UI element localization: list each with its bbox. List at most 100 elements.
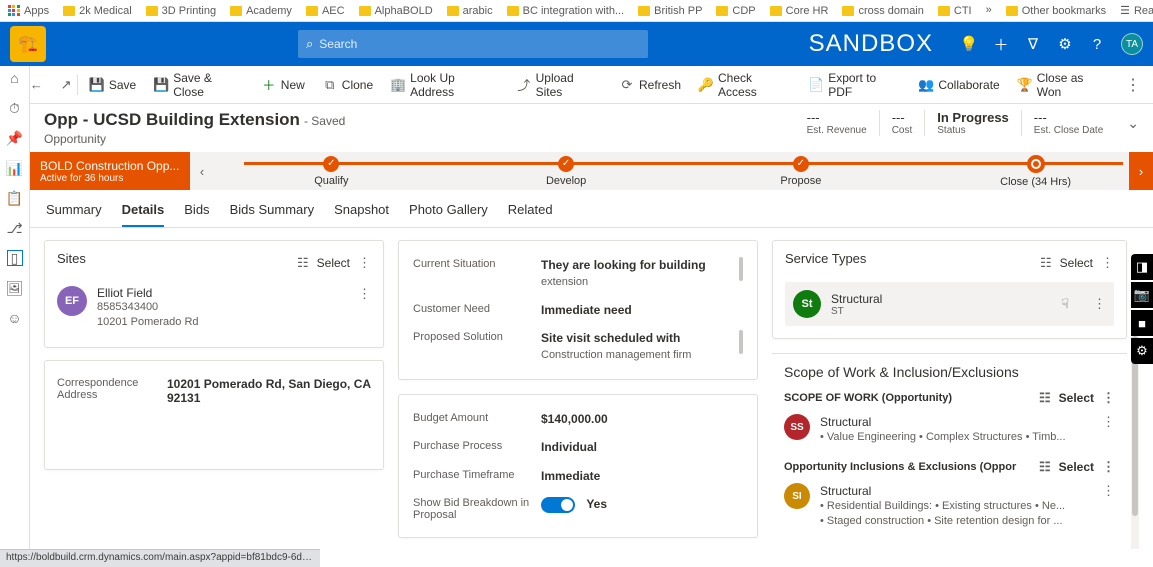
tab-snapshot[interactable]: Snapshot bbox=[334, 196, 389, 227]
filter-icon[interactable]: ∇ bbox=[1025, 36, 1041, 52]
list-icon[interactable]: ☷ bbox=[1039, 390, 1051, 406]
bookmark-item[interactable]: 2k Medical bbox=[63, 5, 132, 17]
bpf-stage-qualify[interactable]: ✓Qualify bbox=[214, 156, 449, 187]
user-avatar[interactable]: TA bbox=[1121, 33, 1143, 55]
bpf-prev-button[interactable]: ‹ bbox=[190, 152, 214, 190]
list-icon[interactable]: ☷ bbox=[1039, 459, 1051, 475]
list-icon[interactable]: ☷ bbox=[1040, 255, 1052, 271]
branch-icon[interactable]: ⎇ bbox=[7, 220, 23, 236]
bookmark-item[interactable]: Academy bbox=[230, 5, 292, 17]
panel-video-icon[interactable]: ■ bbox=[1131, 310, 1153, 336]
clipboard-icon[interactable]: 📋 bbox=[7, 190, 23, 206]
panel-expand-icon[interactable]: ◨ bbox=[1131, 254, 1153, 280]
home-icon[interactable]: ⌂ bbox=[7, 70, 23, 86]
person-icon[interactable]: ☺ bbox=[7, 310, 23, 326]
more-icon[interactable]: ⋮ bbox=[1102, 414, 1115, 445]
bpf-stage-propose[interactable]: ✓Propose bbox=[684, 156, 919, 187]
site-row[interactable]: EF Elliot Field 8585343400 10201 Pomerad… bbox=[57, 282, 371, 335]
tab-details[interactable]: Details bbox=[122, 196, 165, 227]
tab-related[interactable]: Related bbox=[508, 196, 553, 227]
stat-revenue[interactable]: ---Est. Revenue bbox=[795, 110, 879, 136]
budget-amount-value[interactable]: $140,000.00 bbox=[541, 411, 743, 427]
purchase-timeframe-value[interactable]: Immediate bbox=[541, 468, 743, 484]
doc-icon[interactable]: ▯ bbox=[7, 250, 23, 266]
bookmark-item[interactable]: 3D Printing bbox=[146, 5, 216, 17]
bookmarks-overflow[interactable]: » bbox=[986, 4, 992, 17]
bpf-flag[interactable]: BOLD Construction Opp... Active for 36 h… bbox=[30, 152, 190, 190]
select-link[interactable]: Select bbox=[317, 256, 350, 270]
check-access-button[interactable]: 🔑Check Access bbox=[691, 67, 799, 103]
other-bookmarks[interactable]: Other bookmarks bbox=[1006, 4, 1106, 17]
bookmark-item[interactable]: AlphaBOLD bbox=[359, 5, 433, 17]
open-new-icon[interactable]: ↗ bbox=[59, 78, 73, 92]
customer-need-value[interactable]: Immediate need bbox=[541, 302, 743, 318]
list-icon[interactable]: ☷ bbox=[297, 255, 309, 271]
tab-bids-summary[interactable]: Bids Summary bbox=[230, 196, 315, 227]
bpf-stage-close[interactable]: Close (34 Hrs) bbox=[918, 155, 1153, 188]
select-link[interactable]: Select bbox=[1060, 256, 1093, 270]
bookmark-item[interactable]: AEC bbox=[306, 5, 345, 17]
gear-icon[interactable]: ⚙ bbox=[1057, 36, 1073, 52]
bookmark-item[interactable]: British PP bbox=[638, 5, 702, 17]
search-box[interactable]: ⌕ bbox=[298, 30, 648, 58]
bookmark-item[interactable]: cross domain bbox=[842, 5, 923, 17]
select-link[interactable]: Select bbox=[1059, 460, 1094, 474]
bpf-stage-develop[interactable]: ✓Develop bbox=[449, 156, 684, 187]
new-button[interactable]: ＋New bbox=[254, 74, 313, 96]
chevron-down-icon[interactable]: ⌄ bbox=[1127, 115, 1139, 132]
more-icon[interactable]: ⋮ bbox=[1102, 483, 1115, 529]
correspondence-value[interactable]: 10201 Pomerado Rd, San Diego, CA 92131 bbox=[167, 377, 371, 405]
more-icon[interactable]: ⋮ bbox=[1102, 390, 1115, 406]
app-logo[interactable]: 🏗️ bbox=[10, 26, 46, 62]
save-button[interactable]: 💾Save bbox=[82, 74, 144, 96]
scroll-indicator[interactable] bbox=[739, 330, 743, 354]
stat-status[interactable]: In ProgressStatus bbox=[924, 110, 1021, 136]
help-icon[interactable]: ? bbox=[1089, 36, 1105, 52]
stat-cost[interactable]: ---Cost bbox=[879, 110, 925, 136]
purchase-process-value[interactable]: Individual bbox=[541, 439, 743, 455]
lookup-address-button[interactable]: 🏢Look Up Address bbox=[383, 67, 507, 103]
image-icon[interactable]: 🖼 bbox=[7, 280, 23, 296]
bookmark-apps[interactable]: Apps bbox=[8, 5, 49, 17]
bookmark-item[interactable]: arabic bbox=[447, 5, 493, 17]
bookmark-item[interactable]: CTI bbox=[938, 5, 972, 17]
panel-camera-icon[interactable]: 📷 bbox=[1131, 282, 1153, 308]
bookmark-item[interactable]: Core HR bbox=[770, 5, 829, 17]
scope-item[interactable]: SS Structural• Value Engineering • Compl… bbox=[784, 410, 1115, 453]
tab-bids[interactable]: Bids bbox=[184, 196, 209, 227]
search-input[interactable] bbox=[319, 37, 640, 51]
service-type-row[interactable]: St Structural ST ☟ ⋮ bbox=[785, 282, 1114, 326]
tab-photo-gallery[interactable]: Photo Gallery bbox=[409, 196, 488, 227]
more-icon[interactable]: ⋮ bbox=[1093, 296, 1106, 312]
back-icon[interactable]: ← bbox=[30, 78, 44, 92]
clone-button[interactable]: ⧉Clone bbox=[315, 74, 381, 96]
refresh-button[interactable]: ⟳Refresh bbox=[612, 74, 689, 96]
more-icon[interactable]: ⋮ bbox=[358, 286, 371, 331]
overflow-menu[interactable]: ⋮ bbox=[1119, 71, 1147, 99]
scrollbar-track[interactable] bbox=[1131, 336, 1139, 549]
bookmark-item[interactable]: CDP bbox=[716, 5, 755, 17]
close-as-won-button[interactable]: 🏆Close as Won bbox=[1010, 67, 1117, 103]
lightbulb-icon[interactable]: 💡 bbox=[961, 36, 977, 52]
collaborate-button[interactable]: 👥Collaborate bbox=[911, 74, 1007, 96]
reading-list[interactable]: ☰Reading list bbox=[1120, 4, 1153, 17]
more-icon[interactable]: ⋮ bbox=[1102, 459, 1115, 475]
panel-gear-icon[interactable]: ⚙ bbox=[1131, 338, 1153, 364]
select-link[interactable]: Select bbox=[1059, 391, 1094, 405]
recent-icon[interactable]: ⏱ bbox=[7, 100, 23, 116]
proposed-solution-value[interactable]: Site visit scheduled withConstruction ma… bbox=[541, 330, 731, 363]
scope-item[interactable]: SI Structural• Residential Buildings: • … bbox=[784, 479, 1115, 537]
bookmark-item[interactable]: BC integration with... bbox=[507, 5, 625, 17]
toggle-on[interactable] bbox=[541, 497, 575, 513]
more-icon[interactable]: ⋮ bbox=[1101, 255, 1114, 271]
more-icon[interactable]: ⋮ bbox=[358, 255, 371, 271]
export-pdf-button[interactable]: 📄Export to PDF bbox=[801, 67, 909, 103]
current-situation-value[interactable]: They are looking for buildingextension bbox=[541, 257, 731, 290]
pinned-icon[interactable]: 📌 bbox=[7, 130, 23, 146]
tab-summary[interactable]: Summary bbox=[46, 196, 102, 227]
save-close-button[interactable]: 💾Save & Close bbox=[146, 67, 252, 103]
upload-sites-button[interactable]: ⤴Upload Sites bbox=[509, 67, 610, 103]
plus-icon[interactable]: ＋ bbox=[993, 36, 1009, 52]
stat-close-date[interactable]: ---Est. Close Date bbox=[1021, 110, 1115, 136]
scroll-indicator[interactable] bbox=[739, 257, 743, 281]
